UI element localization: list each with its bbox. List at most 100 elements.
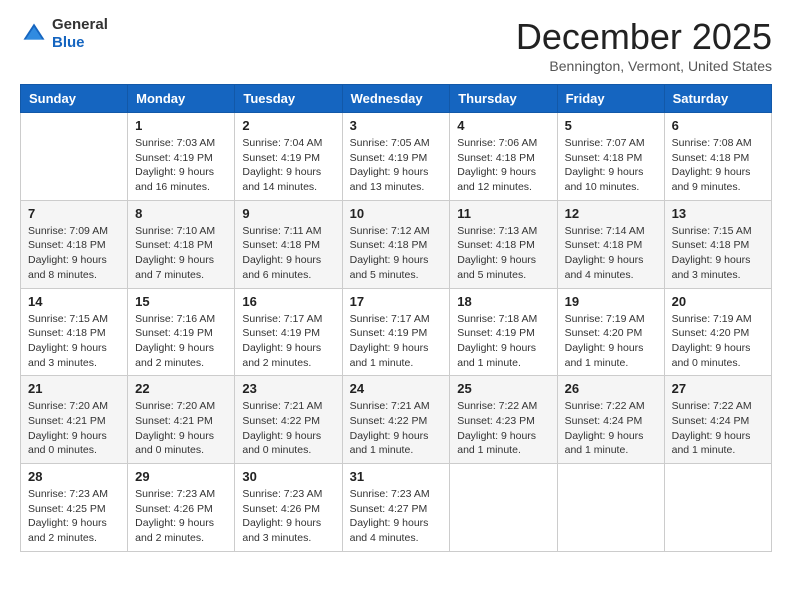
day-info: Sunrise: 7:22 AMSunset: 4:24 PMDaylight:…	[565, 399, 657, 458]
day-number: 19	[565, 294, 657, 309]
calendar-cell: 9 Sunrise: 7:11 AMSunset: 4:18 PMDaylight…	[235, 200, 342, 288]
calendar-cell: 12 Sunrise: 7:14 AMSunset: 4:18 PMDayligh…	[557, 200, 664, 288]
day-info: Sunrise: 7:14 AMSunset: 4:18 PMDaylight:…	[565, 224, 657, 283]
day-info: Sunrise: 7:11 AMSunset: 4:18 PMDaylight:…	[242, 224, 334, 283]
day-info: Sunrise: 7:12 AMSunset: 4:18 PMDaylight:…	[350, 224, 443, 283]
day-info: Sunrise: 7:16 AMSunset: 4:19 PMDaylight:…	[135, 312, 227, 371]
day-info: Sunrise: 7:15 AMSunset: 4:18 PMDaylight:…	[672, 224, 764, 283]
day-number: 9	[242, 206, 334, 221]
day-number: 15	[135, 294, 227, 309]
calendar-cell: 18Sunrise: 7:18 AMSunset: 4:19 PMDayligh…	[450, 288, 557, 376]
day-number: 13	[672, 206, 764, 221]
calendar-week-row: 14 Sunrise: 7:15 AMSunset: 4:18 PMDayligh…	[21, 288, 772, 376]
calendar-cell: 31 Sunrise: 7:23 AMSunset: 4:27 PMDayligh…	[342, 464, 450, 552]
calendar-cell: 4Sunrise: 7:06 AMSunset: 4:18 PMDaylight…	[450, 113, 557, 201]
calendar-cell: 14 Sunrise: 7:15 AMSunset: 4:18 PMDayligh…	[21, 288, 128, 376]
day-info: Sunrise: 7:21 AMSunset: 4:22 PMDaylight:…	[242, 399, 334, 458]
day-info: Sunrise: 7:09 AMSunset: 4:18 PMDaylight:…	[28, 224, 120, 283]
day-number: 14	[28, 294, 120, 309]
day-number: 28	[28, 469, 120, 484]
calendar-cell: 13 Sunrise: 7:15 AMSunset: 4:18 PMDayligh…	[664, 200, 771, 288]
day-number: 16	[242, 294, 334, 309]
day-info: Sunrise: 7:04 AMSunset: 4:19 PMDaylight:…	[242, 136, 334, 195]
day-info: Sunrise: 7:19 AMSunset: 4:20 PMDaylight:…	[672, 312, 764, 371]
day-info: Sunrise: 7:10 AMSunset: 4:18 PMDaylight:…	[135, 224, 227, 283]
calendar-cell: 11 Sunrise: 7:13 AMSunset: 4:18 PMDayligh…	[450, 200, 557, 288]
calendar-cell: 8Sunrise: 7:10 AMSunset: 4:18 PMDaylight…	[128, 200, 235, 288]
calendar-cell: 10Sunrise: 7:12 AMSunset: 4:18 PMDayligh…	[342, 200, 450, 288]
calendar-cell: 28Sunrise: 7:23 AMSunset: 4:25 PMDayligh…	[21, 464, 128, 552]
col-header-tuesday: Tuesday	[235, 85, 342, 113]
day-info: Sunrise: 7:17 AMSunset: 4:19 PMDaylight:…	[242, 312, 334, 371]
day-info: Sunrise: 7:17 AMSunset: 4:19 PMDaylight:…	[350, 312, 443, 371]
day-info: Sunrise: 7:20 AMSunset: 4:21 PMDaylight:…	[135, 399, 227, 458]
day-number: 17	[350, 294, 443, 309]
day-number: 11	[457, 206, 549, 221]
day-info: Sunrise: 7:19 AMSunset: 4:20 PMDaylight:…	[565, 312, 657, 371]
day-info: Sunrise: 7:08 AMSunset: 4:18 PMDaylight:…	[672, 136, 764, 195]
calendar-header-row: SundayMondayTuesdayWednesdayThursdayFrid…	[21, 85, 772, 113]
day-info: Sunrise: 7:07 AMSunset: 4:18 PMDaylight:…	[565, 136, 657, 195]
calendar-week-row: 7 Sunrise: 7:09 AMSunset: 4:18 PMDaylight…	[21, 200, 772, 288]
day-info: Sunrise: 7:15 AMSunset: 4:18 PMDaylight:…	[28, 312, 120, 371]
calendar-cell	[450, 464, 557, 552]
day-info: Sunrise: 7:20 AMSunset: 4:21 PMDaylight:…	[28, 399, 120, 458]
day-number: 21	[28, 381, 120, 396]
day-info: Sunrise: 7:23 AMSunset: 4:26 PMDaylight:…	[242, 487, 334, 546]
calendar-table: SundayMondayTuesdayWednesdayThursdayFrid…	[20, 84, 772, 552]
col-header-wednesday: Wednesday	[342, 85, 450, 113]
calendar-cell: 24 Sunrise: 7:21 AMSunset: 4:22 PMDayligh…	[342, 376, 450, 464]
day-info: Sunrise: 7:03 AMSunset: 4:19 PMDaylight:…	[135, 136, 227, 195]
col-header-sunday: Sunday	[21, 85, 128, 113]
day-info: Sunrise: 7:22 AMSunset: 4:24 PMDaylight:…	[672, 399, 764, 458]
day-number: 23	[242, 381, 334, 396]
calendar-cell: 16 Sunrise: 7:17 AMSunset: 4:19 PMDayligh…	[235, 288, 342, 376]
calendar-cell	[21, 113, 128, 201]
day-number: 25	[457, 381, 549, 396]
calendar-cell: 1 Sunrise: 7:03 AMSunset: 4:19 PMDaylight…	[128, 113, 235, 201]
day-number: 12	[565, 206, 657, 221]
calendar-cell	[664, 464, 771, 552]
calendar-cell	[557, 464, 664, 552]
calendar-cell: 22Sunrise: 7:20 AMSunset: 4:21 PMDayligh…	[128, 376, 235, 464]
day-number: 2	[242, 118, 334, 133]
day-info: Sunrise: 7:21 AMSunset: 4:22 PMDaylight:…	[350, 399, 443, 458]
calendar-cell: 6Sunrise: 7:08 AMSunset: 4:18 PMDaylight…	[664, 113, 771, 201]
calendar-cell: 23 Sunrise: 7:21 AMSunset: 4:22 PMDayligh…	[235, 376, 342, 464]
logo: General Blue	[20, 16, 108, 52]
calendar-cell: 25 Sunrise: 7:22 AMSunset: 4:23 PMDayligh…	[450, 376, 557, 464]
day-number: 4	[457, 118, 549, 133]
day-info: Sunrise: 7:13 AMSunset: 4:18 PMDaylight:…	[457, 224, 549, 283]
calendar-cell: 17 Sunrise: 7:17 AMSunset: 4:19 PMDayligh…	[342, 288, 450, 376]
day-number: 24	[350, 381, 443, 396]
calendar-cell: 27 Sunrise: 7:22 AMSunset: 4:24 PMDayligh…	[664, 376, 771, 464]
day-number: 20	[672, 294, 764, 309]
calendar-cell: 20 Sunrise: 7:19 AMSunset: 4:20 PMDayligh…	[664, 288, 771, 376]
day-number: 1	[135, 118, 227, 133]
day-number: 3	[350, 118, 443, 133]
day-info: Sunrise: 7:23 AMSunset: 4:27 PMDaylight:…	[350, 487, 443, 546]
calendar-cell: 7 Sunrise: 7:09 AMSunset: 4:18 PMDaylight…	[21, 200, 128, 288]
day-number: 31	[350, 469, 443, 484]
title-area: December 2025 Bennington, Vermont, Unite…	[516, 16, 772, 74]
calendar-cell: 19 Sunrise: 7:19 AMSunset: 4:20 PMDayligh…	[557, 288, 664, 376]
calendar-cell: 5Sunrise: 7:07 AMSunset: 4:18 PMDaylight…	[557, 113, 664, 201]
day-info: Sunrise: 7:18 AMSunset: 4:19 PMDaylight:…	[457, 312, 549, 371]
month-title: December 2025	[516, 16, 772, 58]
logo-text: General Blue	[52, 16, 108, 52]
calendar-cell: 15 Sunrise: 7:16 AMSunset: 4:19 PMDayligh…	[128, 288, 235, 376]
day-info: Sunrise: 7:23 AMSunset: 4:26 PMDaylight:…	[135, 487, 227, 546]
day-number: 30	[242, 469, 334, 484]
day-number: 27	[672, 381, 764, 396]
day-info: Sunrise: 7:05 AMSunset: 4:19 PMDaylight:…	[350, 136, 443, 195]
day-number: 26	[565, 381, 657, 396]
day-number: 7	[28, 206, 120, 221]
logo-icon	[20, 20, 48, 48]
calendar-cell: 29Sunrise: 7:23 AMSunset: 4:26 PMDayligh…	[128, 464, 235, 552]
calendar-week-row: 1 Sunrise: 7:03 AMSunset: 4:19 PMDaylight…	[21, 113, 772, 201]
calendar-cell: 3 Sunrise: 7:05 AMSunset: 4:19 PMDaylight…	[342, 113, 450, 201]
col-header-thursday: Thursday	[450, 85, 557, 113]
calendar-cell: 21 Sunrise: 7:20 AMSunset: 4:21 PMDayligh…	[21, 376, 128, 464]
day-info: Sunrise: 7:22 AMSunset: 4:23 PMDaylight:…	[457, 399, 549, 458]
calendar-week-row: 21 Sunrise: 7:20 AMSunset: 4:21 PMDayligh…	[21, 376, 772, 464]
